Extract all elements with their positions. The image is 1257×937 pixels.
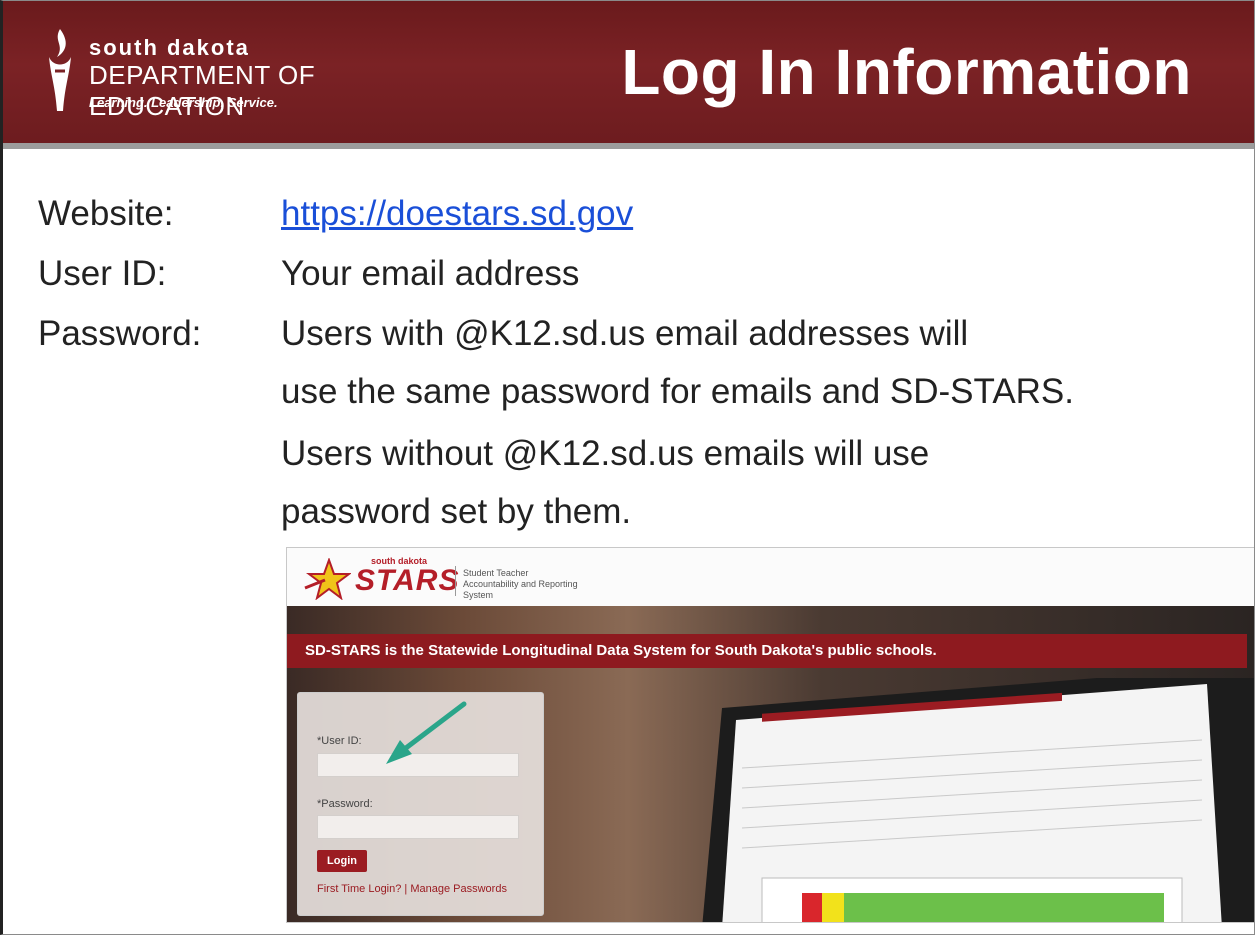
star-logo-icon [304, 558, 351, 600]
login-button[interactable]: Login [317, 850, 367, 872]
logo-tagline: Learning. Leadership. Service. [89, 95, 278, 110]
stars-logo-separator [455, 566, 456, 596]
password-line-3: Users without @K12.sd.us emails will use [281, 434, 930, 473]
password-line-2: use the same password for emails and SD-… [281, 372, 1075, 411]
torch-logo-icon [49, 29, 71, 111]
sd-doe-logo: south dakota DEPARTMENT OF EDUCATION Lea… [43, 25, 443, 121]
stars-logo-word: STARS [355, 564, 460, 597]
laptop-dashboard-image [702, 678, 1254, 922]
page-title: Log In Information [621, 36, 1192, 108]
password-line-4: password set by them. [281, 492, 632, 531]
userid-value: Your email address [281, 254, 580, 293]
header-bar: south dakota DEPARTMENT OF EDUCATION Lea… [3, 1, 1254, 143]
login-password-label: *Password: [317, 798, 373, 810]
stars-header: south dakota STARS Student Teacher Accou… [287, 548, 1254, 606]
login-password-input[interactable] [317, 815, 519, 839]
login-links[interactable]: First Time Login? | Manage Passwords [317, 883, 507, 895]
login-userid-label: *User ID: [317, 735, 362, 747]
stars-banner: SD-STARS is the Statewide Longitudinal D… [287, 634, 1247, 668]
logo-line2: DEPARTMENT OF EDUCATION [89, 60, 316, 121]
arrow-pointer-icon [386, 701, 467, 764]
header-divider [3, 143, 1254, 149]
stars-logo: south dakota STARS Student Teacher Accou… [299, 554, 619, 602]
stars-logo-subtitle: Student Teacher Accountability and Repor… [463, 568, 578, 600]
password-line-1: Users with @K12.sd.us email addresses wi… [281, 314, 969, 353]
website-link[interactable]: https://doestars.sd.gov [281, 193, 633, 235]
slide: south dakota DEPARTMENT OF EDUCATION Lea… [0, 0, 1255, 935]
sd-stars-screenshot: south dakota STARS Student Teacher Accou… [286, 547, 1254, 923]
logo-line1: south dakota [89, 35, 250, 60]
website-label: Website: [38, 194, 174, 233]
password-label: Password: [38, 314, 202, 353]
userid-label: User ID: [38, 254, 167, 293]
